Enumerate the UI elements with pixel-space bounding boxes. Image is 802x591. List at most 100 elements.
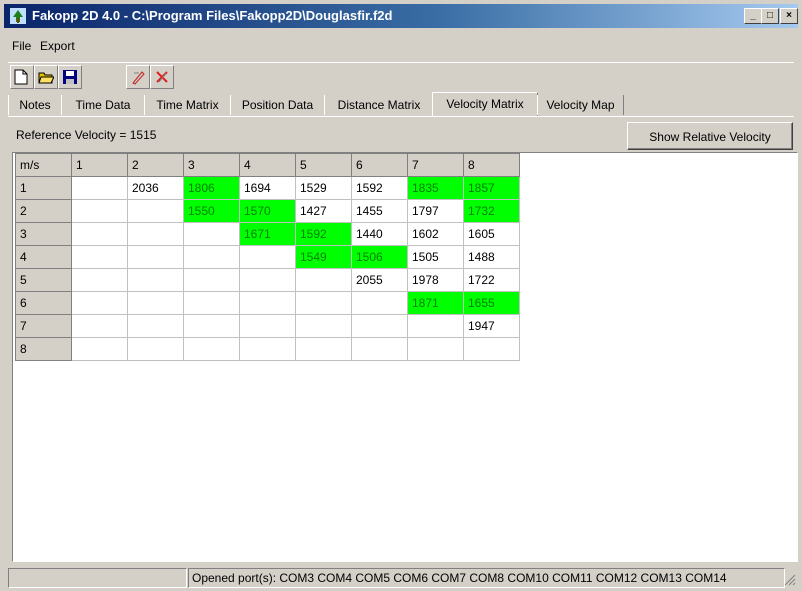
title-bar[interactable]: Fakopp 2D 4.0 - C:\Program Files\Fakopp2…	[4, 4, 798, 28]
grid-cell[interactable]	[407, 314, 464, 338]
grid-cell[interactable]	[127, 222, 184, 246]
grid-cell[interactable]: 1570	[239, 199, 296, 223]
grid-cell[interactable]	[239, 314, 296, 338]
open-folder-icon[interactable]	[34, 65, 58, 89]
pencil-measure-icon[interactable]	[126, 65, 150, 89]
grid-cell[interactable]: 1529	[295, 176, 352, 200]
grid-cell[interactable]: 2036	[127, 176, 184, 200]
grid-row: 6 1871 1655	[15, 291, 520, 315]
grid-corner: m/s	[15, 153, 72, 177]
row-header-8: 8	[15, 337, 72, 361]
delete-measure-icon[interactable]	[150, 65, 174, 89]
grid-cell[interactable]	[351, 291, 408, 315]
grid-cell[interactable]	[295, 314, 352, 338]
grid-cell[interactable]	[351, 337, 408, 361]
grid-cell[interactable]	[71, 222, 128, 246]
grid-cell[interactable]	[71, 176, 128, 200]
grid-cell[interactable]	[127, 291, 184, 315]
grid-cell[interactable]	[295, 291, 352, 315]
grid-cell[interactable]: 1592	[351, 176, 408, 200]
grid-cell[interactable]	[183, 268, 240, 292]
tab-distance-matrix[interactable]: Distance Matrix	[324, 95, 434, 115]
col-header-7: 7	[407, 153, 464, 177]
grid-cell[interactable]	[239, 337, 296, 361]
grid-cell[interactable]: 1732	[463, 199, 520, 223]
grid-cell[interactable]: 1871	[407, 291, 464, 315]
grid-cell[interactable]	[295, 268, 352, 292]
grid-cell[interactable]	[183, 222, 240, 246]
grid-cell[interactable]: 1978	[407, 268, 464, 292]
new-file-icon[interactable]	[10, 65, 34, 89]
grid-cell[interactable]: 1506	[351, 245, 408, 269]
tab-velocity-map[interactable]: Velocity Map	[537, 95, 624, 115]
tab-strip: Notes Time Data Time Matrix Position Dat…	[8, 92, 794, 117]
grid-cell[interactable]: 1694	[239, 176, 296, 200]
grid-cell[interactable]	[71, 245, 128, 269]
grid-cell[interactable]	[239, 291, 296, 315]
row-header-4: 4	[15, 245, 72, 269]
menu-file[interactable]: File	[12, 36, 31, 56]
tab-position-data[interactable]: Position Data	[230, 95, 325, 115]
grid-cell[interactable]	[127, 199, 184, 223]
grid-cell[interactable]	[71, 337, 128, 361]
tab-time-data[interactable]: Time Data	[61, 95, 145, 115]
grid-cell[interactable]: 1655	[463, 291, 520, 315]
grid-cell[interactable]	[71, 199, 128, 223]
row-header-2: 2	[15, 199, 72, 223]
grid-cell[interactable]: 1857	[463, 176, 520, 200]
resize-grip-icon[interactable]	[784, 574, 796, 586]
grid-cell[interactable]	[295, 337, 352, 361]
grid-cell[interactable]	[463, 337, 520, 361]
grid-cell[interactable]	[183, 291, 240, 315]
row-header-7: 7	[15, 314, 72, 338]
grid-cell[interactable]: 1549	[295, 245, 352, 269]
grid-cell[interactable]	[71, 268, 128, 292]
grid-cell[interactable]: 1806	[183, 176, 240, 200]
app-tree-icon	[10, 8, 26, 24]
grid-row: 3 1671 1592 1440 1602 1605	[15, 222, 520, 246]
grid-cell[interactable]: 1505	[407, 245, 464, 269]
tab-time-matrix[interactable]: Time Matrix	[144, 95, 231, 115]
maximize-button[interactable]: □	[761, 8, 779, 24]
save-icon[interactable]	[58, 65, 82, 89]
grid-cell[interactable]	[183, 314, 240, 338]
grid-cell[interactable]: 1722	[463, 268, 520, 292]
grid-row: 4 1549 1506 1505 1488	[15, 245, 520, 269]
grid-cell[interactable]: 1592	[295, 222, 352, 246]
velocity-grid[interactable]: m/s 1 2 3 4 5 6 7 8 1 2036 1806 1694 1529 1592 1835 1857…	[15, 153, 520, 361]
grid-cell[interactable]	[239, 268, 296, 292]
grid-cell[interactable]: 1455	[351, 199, 408, 223]
velocity-grid-area[interactable]: m/s 1 2 3 4 5 6 7 8 1 2036 1806 1694 1529 1592 1835 1857…	[12, 152, 798, 562]
grid-cell[interactable]	[183, 245, 240, 269]
grid-cell[interactable]: 1605	[463, 222, 520, 246]
minimize-button[interactable]: _	[744, 8, 762, 24]
grid-cell[interactable]: 1427	[295, 199, 352, 223]
grid-cell[interactable]: 1671	[239, 222, 296, 246]
grid-cell[interactable]	[183, 337, 240, 361]
grid-cell[interactable]: 1488	[463, 245, 520, 269]
grid-cell[interactable]: 1602	[407, 222, 464, 246]
grid-cell[interactable]	[127, 245, 184, 269]
tab-notes[interactable]: Notes	[8, 95, 62, 115]
status-pane-1	[8, 568, 187, 588]
grid-cell[interactable]	[127, 337, 184, 361]
tab-velocity-matrix[interactable]: Velocity Matrix	[432, 92, 538, 117]
col-header-4: 4	[239, 153, 296, 177]
show-relative-velocity-button[interactable]: Show Relative Velocity	[627, 122, 793, 150]
grid-cell[interactable]	[127, 314, 184, 338]
grid-cell[interactable]: 1947	[463, 314, 520, 338]
grid-row: 8	[15, 337, 520, 361]
grid-cell[interactable]	[71, 314, 128, 338]
grid-cell[interactable]: 1835	[407, 176, 464, 200]
menu-export[interactable]: Export	[40, 36, 75, 56]
grid-cell[interactable]: 2055	[351, 268, 408, 292]
grid-cell[interactable]: 1550	[183, 199, 240, 223]
grid-cell[interactable]	[407, 337, 464, 361]
grid-cell[interactable]	[351, 314, 408, 338]
grid-cell[interactable]	[127, 268, 184, 292]
close-button[interactable]: ×	[780, 8, 798, 24]
grid-cell[interactable]	[71, 291, 128, 315]
grid-cell[interactable]: 1440	[351, 222, 408, 246]
grid-cell[interactable]	[239, 245, 296, 269]
grid-cell[interactable]: 1797	[407, 199, 464, 223]
